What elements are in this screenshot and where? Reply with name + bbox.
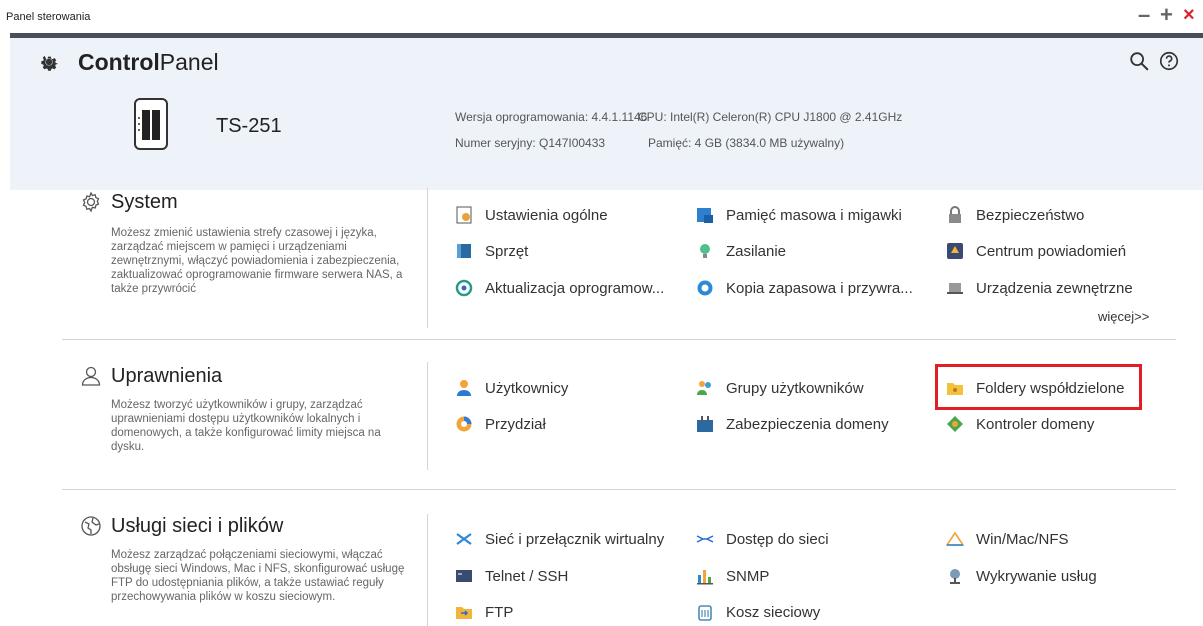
item-users[interactable]: Użytkownicy (455, 379, 568, 397)
window-title: Panel sterowania (6, 11, 91, 23)
section-title-system: System (111, 190, 178, 213)
domain-security-icon (697, 416, 713, 432)
notification-center-icon (947, 243, 963, 259)
section-privilege: Uprawnienia (79, 364, 222, 388)
storage-snapshots-icon (697, 208, 713, 223)
highlight-box (935, 364, 1142, 410)
cpu-info: CPU: Intel(R) Celeron(R) CPU J1800 @ 2.4… (638, 110, 903, 124)
header: ControlPanel TS-251 Wersja oprogramowani… (10, 38, 1203, 190)
item-storage[interactable]: Pamięć masowa i migawki (696, 206, 902, 224)
network-access-icon (696, 535, 714, 543)
nas-device-icon (134, 98, 168, 150)
recycle-bin-icon (698, 605, 712, 621)
item-win-mac-nfs[interactable]: Win/Mac/NFS (946, 530, 1069, 548)
memory-info: Pamięć: 4 GB (3834.0 MB używalny) (648, 136, 845, 150)
nas-model: TS-251 (216, 115, 282, 137)
item-backup-restore[interactable]: Kopia zapasowa i przywra... (696, 279, 913, 297)
item-quota[interactable]: Przydział (455, 415, 546, 433)
divider-vertical (427, 188, 428, 328)
section-system: System (79, 190, 178, 214)
item-domain-security[interactable]: Zabezpieczenia domeny (696, 415, 889, 433)
divider-vertical (427, 362, 428, 470)
privilege-description: Możesz tworzyć użytkowników i grupy, zar… (111, 399, 381, 453)
lock-icon (949, 206, 961, 223)
section-title-privilege: Uprawnienia (111, 364, 223, 387)
close-button[interactable]: × (1183, 4, 1195, 26)
minimize-button[interactable]: – (1138, 4, 1150, 26)
network-description: Możesz zarządzać połączeniami sieciowymi… (111, 549, 405, 603)
user-outline-icon (81, 366, 101, 386)
item-network-switch[interactable]: Sieć i przełącznik wirtualny (455, 530, 664, 548)
system-gear-icon (82, 191, 100, 213)
more-link[interactable]: więcej>> (1098, 309, 1149, 324)
item-network-access[interactable]: Dostęp do sieci (696, 530, 829, 548)
hardware-icon (457, 244, 471, 258)
item-ftp[interactable]: FTP (455, 603, 513, 621)
search-icon[interactable] (1128, 50, 1150, 72)
item-security[interactable]: Bezpieczeństwo (946, 206, 1084, 224)
app-title: ControlPanel (78, 49, 219, 75)
win-mac-nfs-icon (946, 531, 964, 546)
item-service-discovery[interactable]: Wykrywanie usług (946, 567, 1097, 585)
general-settings-icon (456, 206, 472, 224)
gear-icon (41, 55, 58, 71)
divider-horizontal (62, 489, 1176, 490)
maximize-button[interactable]: + (1160, 4, 1173, 26)
item-user-groups[interactable]: Grupy użytkowników (696, 379, 864, 397)
item-power[interactable]: Zasilanie (696, 242, 786, 260)
item-telnet-ssh[interactable]: Telnet / SSH (455, 567, 568, 585)
section-title-network: Usługi sieci i plików (111, 514, 284, 537)
ftp-icon (456, 607, 472, 619)
item-domain-controller[interactable]: Kontroler domeny (946, 415, 1094, 433)
divider-vertical (427, 514, 428, 626)
service-discovery-icon (950, 569, 960, 584)
network-switch-icon (456, 533, 472, 545)
window-titlebar: Panel sterowania – + × (0, 0, 1203, 33)
divider-horizontal (62, 339, 1176, 340)
external-device-icon (947, 283, 963, 294)
backup-restore-icon (697, 280, 713, 296)
item-external-device[interactable]: Urządzenia zewnętrzne (946, 279, 1133, 297)
firmware-version: Wersja oprogramowania: 4.4.1.1146 (455, 110, 648, 124)
domain-controller-icon (947, 416, 963, 432)
help-icon[interactable] (1158, 50, 1180, 72)
system-description: Możesz zmienić ustawienia strefy czasowe… (111, 227, 403, 295)
serial-number: Numer seryjny: Q147I00433 (455, 136, 606, 150)
item-recycle-bin[interactable]: Kosz sieciowy (696, 603, 820, 621)
item-general-settings[interactable]: Ustawienia ogólne (455, 206, 608, 224)
section-network: Usługi sieci i plików (79, 514, 283, 538)
snmp-icon (697, 570, 713, 585)
firmware-update-icon (455, 279, 473, 297)
item-firmware-update[interactable]: Aktualizacja oprogramow... (455, 279, 664, 297)
item-hardware[interactable]: Sprzęt (455, 242, 528, 260)
terminal-icon (456, 570, 472, 582)
power-bulb-icon (700, 244, 710, 258)
user-icon (457, 380, 471, 396)
item-notification-center[interactable]: Centrum powiadomień (946, 242, 1126, 260)
item-snmp[interactable]: SNMP (696, 567, 769, 585)
user-group-icon (697, 381, 711, 395)
globe-icon (81, 516, 101, 536)
quota-icon (456, 416, 472, 432)
